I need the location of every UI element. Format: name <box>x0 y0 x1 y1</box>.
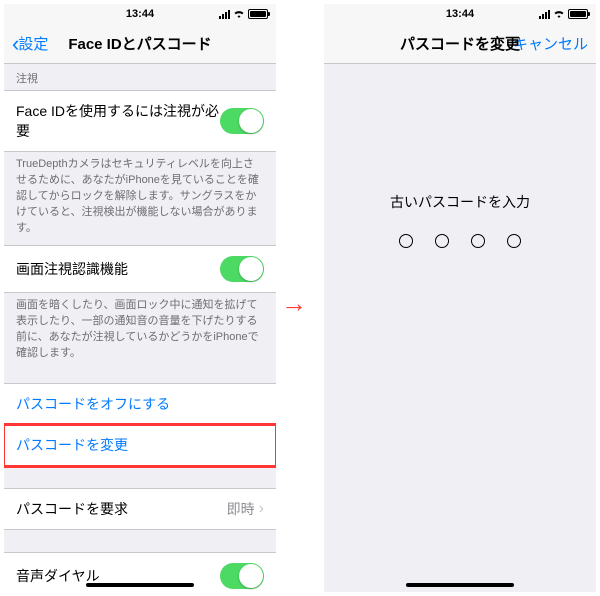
battery-icon <box>568 9 588 19</box>
pin-dot <box>435 234 449 248</box>
row-label: 画面注視認識機能 <box>16 259 220 279</box>
switch-voice-dial[interactable] <box>220 563 264 589</box>
passcode-body: 古いパスコードを入力 <box>324 64 596 592</box>
row-turn-off-passcode[interactable]: パスコードをオフにする <box>4 383 276 425</box>
status-bar: 13:44 <box>4 4 276 24</box>
pin-dots <box>399 234 521 248</box>
status-time: 13:44 <box>126 8 154 20</box>
row-label: パスコードを要求 <box>16 499 227 519</box>
wifi-icon <box>553 9 565 19</box>
row-change-passcode[interactable]: パスコードを変更 <box>4 425 276 466</box>
page-title: Face IDとパスコード <box>68 33 211 54</box>
switch-screen-attention[interactable] <box>220 256 264 282</box>
chevron-right-icon: › <box>259 500 264 518</box>
footer-faceid-attention: TrueDepthカメラはセキュリティレベルを向上させるために、あなたがiPho… <box>4 152 276 245</box>
battery-icon <box>248 9 268 19</box>
nav-bar: パスコードを変更 キャンセル <box>324 24 596 64</box>
status-bar: 13:44 <box>324 4 596 24</box>
pin-dot <box>471 234 485 248</box>
row-screen-attention[interactable]: 画面注視認識機能 <box>4 245 276 293</box>
row-require-passcode[interactable]: パスコードを要求 即時 › <box>4 488 276 530</box>
footer-screen-attention: 画面を暗くしたり、画面ロック中に通知を拡げて表示したり、一部の通知音の音量を下げ… <box>4 293 276 370</box>
back-label: 設定 <box>18 33 48 54</box>
row-faceid-attention[interactable]: Face IDを使用するには注視が必要 <box>4 90 276 152</box>
row-label: パスコードを変更 <box>16 435 264 455</box>
status-time: 13:44 <box>446 8 474 20</box>
home-indicator[interactable] <box>86 583 194 587</box>
wifi-icon <box>233 9 245 19</box>
section-header-attention: 注視 <box>4 64 276 90</box>
passcode-entry-screen: 13:44 パスコードを変更 キャンセル 古いパスコードを入力 <box>324 4 596 592</box>
row-label: パスコードをオフにする <box>16 394 264 414</box>
arrow-right-icon: → <box>281 290 307 316</box>
settings-screen: 13:44 ‹ 設定 Face IDとパスコード 注視 Face IDを使用する… <box>4 4 276 592</box>
passcode-prompt: 古いパスコードを入力 <box>390 192 530 212</box>
switch-faceid-attention[interactable] <box>220 108 264 134</box>
row-detail: 即時 <box>227 499 255 519</box>
cancel-button[interactable]: キャンセル <box>513 33 588 54</box>
row-label: Face IDを使用するには注視が必要 <box>16 101 220 141</box>
settings-content[interactable]: 注視 Face IDを使用するには注視が必要 TrueDepthカメラはセキュリ… <box>4 64 276 592</box>
pin-dot <box>399 234 413 248</box>
signal-icon <box>539 9 550 19</box>
nav-bar: ‹ 設定 Face IDとパスコード <box>4 24 276 64</box>
signal-icon <box>219 9 230 19</box>
home-indicator[interactable] <box>406 583 514 587</box>
pin-dot <box>507 234 521 248</box>
page-title: パスコードを変更 <box>400 33 520 54</box>
back-button[interactable]: ‹ 設定 <box>12 33 48 55</box>
